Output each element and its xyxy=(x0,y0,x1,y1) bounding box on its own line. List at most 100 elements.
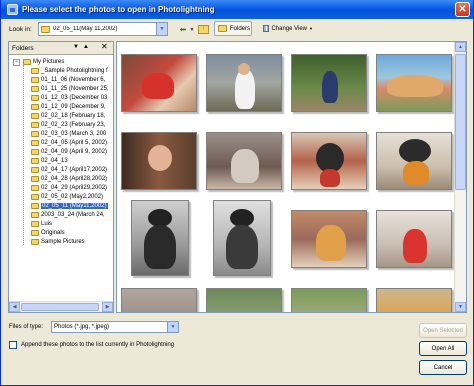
photo-thumbnail[interactable] xyxy=(206,288,282,312)
close-panel-icon[interactable]: ✕ xyxy=(101,42,108,51)
folder-icon xyxy=(31,184,39,191)
scroll-up-icon[interactable]: ▲ xyxy=(455,42,466,52)
thumbnails-vertical-scrollbar[interactable]: ▲ ▼ xyxy=(454,42,466,312)
folders-panel-header: Folders ▼ ▲ ✕ xyxy=(9,42,113,55)
back-dropdown-button[interactable]: ▼ xyxy=(189,23,195,36)
photo-thumbnail[interactable] xyxy=(206,132,282,190)
chevron-down-icon[interactable]: ▼ xyxy=(167,322,178,332)
back-button[interactable]: ⬅ xyxy=(177,23,189,36)
tree-item[interactable]: 02_03_03 (March 3, 200 xyxy=(31,129,106,138)
tree-item[interactable]: 01_12_09 (December 9, xyxy=(31,102,106,111)
tree-item[interactable]: 02_02_23 (February 23, xyxy=(31,120,105,129)
up-folder-button[interactable]: ↑ xyxy=(197,23,210,36)
tree-item[interactable]: _Sample Photolightning f xyxy=(31,66,108,75)
folder-icon xyxy=(41,25,50,33)
photo-thumbnail[interactable] xyxy=(131,200,189,276)
files-of-type-value: Photos (*.jpg, *.jpeg) xyxy=(54,324,110,330)
tree-item[interactable]: Sample Pictures xyxy=(31,237,85,246)
tree-item[interactable]: Luis xyxy=(31,219,52,228)
cancel-button[interactable]: Cancel xyxy=(419,360,467,375)
title-bar: Please select the photos to open in Phot… xyxy=(1,0,473,19)
tree-item[interactable]: 02_04_17 (April17,2002) xyxy=(31,165,107,174)
up-folder-icon: ↑ xyxy=(198,25,209,34)
change-view-button[interactable]: Change View ▼ xyxy=(259,21,317,36)
folder-icon xyxy=(31,193,39,200)
chevron-down-icon: ▼ xyxy=(189,26,195,33)
tree-connector xyxy=(23,65,24,245)
tree-item[interactable]: 02_04_05 (April 5, 2002) xyxy=(31,138,107,147)
open-photos-dialog: Please select the photos to open in Phot… xyxy=(0,0,474,386)
photo-thumbnail[interactable] xyxy=(376,132,452,190)
folder-icon xyxy=(31,121,39,128)
close-button[interactable]: ✕ xyxy=(455,2,470,17)
scroll-left-icon[interactable]: ◀ xyxy=(9,302,20,312)
folders-panel-title: Folders xyxy=(12,44,34,52)
back-arrow-icon: ⬅ xyxy=(179,25,187,34)
scroll-thumb[interactable] xyxy=(455,54,466,190)
folder-icon xyxy=(31,157,39,164)
tree-item[interactable]: 02_04_13 xyxy=(31,156,68,165)
close-icon: ✕ xyxy=(458,4,467,15)
tree-item[interactable]: 01_11_06 (November 6, xyxy=(31,75,105,84)
photo-thumbnail-grid: ▲ ▼ xyxy=(116,41,467,313)
chevron-down-icon[interactable]: ▼ xyxy=(156,23,167,35)
folder-icon xyxy=(31,67,39,74)
photo-thumbnail[interactable] xyxy=(206,54,282,112)
tree-item[interactable]: 01_12_03 (December 03 xyxy=(31,93,107,102)
photo-thumbnail[interactable] xyxy=(121,132,197,190)
photo-thumbnail[interactable] xyxy=(213,200,271,276)
scroll-thumb[interactable] xyxy=(21,303,99,311)
photo-thumbnail[interactable] xyxy=(121,288,197,312)
folder-icon xyxy=(31,175,39,182)
append-checkbox[interactable] xyxy=(9,341,17,349)
photo-thumbnail[interactable] xyxy=(121,54,197,112)
folder-icon xyxy=(31,103,39,110)
scroll-right-icon[interactable]: ▶ xyxy=(102,302,113,312)
tree-item[interactable]: 02_05_02 (May2,2002) xyxy=(31,192,103,201)
photo-thumbnail[interactable] xyxy=(291,288,367,312)
tree-item[interactable]: 01_11_25 (November 25, xyxy=(31,84,109,93)
folder-icon xyxy=(31,148,39,155)
look-in-value: 02_05_11(May 11,2002) xyxy=(53,26,118,32)
append-option[interactable]: Append these photos to the list currentl… xyxy=(9,341,174,349)
tree-item[interactable]: 02_04_29 (April29,2002) xyxy=(31,183,107,192)
photo-thumbnail[interactable] xyxy=(291,210,367,268)
tree-item[interactable]: 02_02_18 (February 18, xyxy=(31,111,105,120)
folder-icon xyxy=(31,139,39,146)
tree-item-my-pictures[interactable]: My Pictures xyxy=(23,57,64,66)
collapse-up-icon[interactable]: ▲ xyxy=(83,44,89,50)
folders-toggle-button[interactable]: Folders xyxy=(214,21,252,36)
tree-item[interactable]: 02_04_28 (April28,2002) xyxy=(31,174,107,183)
tree-item[interactable]: 2003_03_24 (March 24, xyxy=(31,210,105,219)
chevron-down-icon: ▼ xyxy=(309,26,313,31)
folder-icon xyxy=(31,211,39,218)
photo-thumbnail[interactable] xyxy=(291,54,367,112)
folder-icon xyxy=(23,58,31,65)
folder-icon xyxy=(31,85,39,92)
change-view-label: Change View xyxy=(271,25,308,32)
scroll-down-icon[interactable]: ▼ xyxy=(455,302,466,312)
expand-collapse-icon[interactable]: − xyxy=(13,59,20,66)
look-in-label: Look in: xyxy=(9,26,32,33)
folder-tree: − My Pictures _Sample Photolightning f 0… xyxy=(9,55,113,302)
files-of-type-dropdown[interactable]: Photos (*.jpg, *.jpeg) ▼ xyxy=(51,321,179,333)
folder-icon xyxy=(31,166,39,173)
folders-horizontal-scrollbar[interactable]: ◀ ▶ xyxy=(9,301,113,312)
look-in-dropdown[interactable]: 02_05_11(May 11,2002) ▼ xyxy=(38,22,168,36)
photolightning-icon xyxy=(7,4,18,15)
folders-panel: Folders ▼ ▲ ✕ − My Pictures _Sample Phot… xyxy=(8,41,114,313)
collapse-down-icon[interactable]: ▼ xyxy=(73,44,79,50)
photo-thumbnail[interactable] xyxy=(376,210,452,268)
folder-icon xyxy=(31,76,39,83)
photo-thumbnail[interactable] xyxy=(291,132,367,190)
open-selected-button[interactable]: Open Selected xyxy=(419,323,467,338)
folder-icon xyxy=(218,25,227,32)
tree-item[interactable]: Originals xyxy=(31,228,65,237)
open-all-button[interactable]: Open All xyxy=(419,341,467,356)
photo-thumbnail[interactable] xyxy=(376,54,452,112)
tree-item-selected[interactable]: 02_05_11 (May11,2002) xyxy=(31,201,108,210)
tree-item[interactable]: 02_04_09 (April 9, 2002) xyxy=(31,147,107,156)
photo-thumbnail[interactable] xyxy=(376,288,452,312)
folder-icon xyxy=(31,238,39,245)
folder-icon xyxy=(31,220,39,227)
